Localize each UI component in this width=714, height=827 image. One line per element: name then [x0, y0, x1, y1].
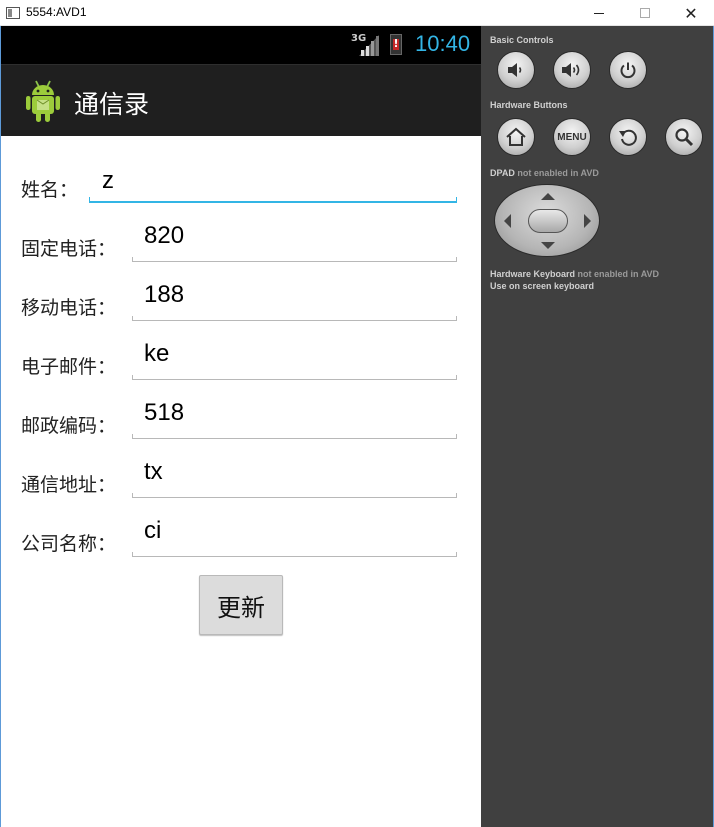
dpad-right-icon[interactable] — [584, 214, 591, 228]
emulator-controls-panel: Basic Controls Hardware Buttons MENU DPA… — [481, 26, 713, 827]
update-button[interactable]: 更新 — [199, 575, 283, 635]
keyboard-hint: Use on screen keyboard — [490, 281, 595, 291]
dpad-title: DPAD not enabled in AVD — [490, 168, 599, 178]
landline-label: 固定电话： — [21, 238, 117, 260]
power-icon — [620, 62, 636, 79]
mobile-underline — [132, 316, 457, 321]
form-row-mobile: 移动电话： 188 — [1, 281, 481, 340]
dpad-title-text: DPAD — [490, 168, 515, 178]
form-row-email: 电子邮件： ke — [1, 340, 481, 399]
window-app-icon — [6, 7, 20, 19]
address-value: tx — [144, 458, 163, 485]
window-titlebar: 5554:AVD1 ✕ — [0, 0, 714, 26]
app-title: 通信录 — [74, 90, 150, 119]
battery-icon: ! — [390, 34, 402, 55]
email-value: ke — [144, 340, 170, 367]
volume-up-icon — [562, 63, 580, 77]
email-input[interactable]: ke — [132, 340, 457, 380]
mobile-input[interactable]: 188 — [132, 281, 457, 321]
search-button[interactable] — [665, 118, 703, 156]
dpad-center-button[interactable] — [528, 209, 568, 233]
menu-label: MENU — [557, 131, 587, 143]
landline-underline — [132, 257, 457, 262]
volume-down-button[interactable] — [497, 51, 535, 89]
landline-input[interactable]: 820 — [132, 222, 457, 262]
home-button[interactable] — [497, 118, 535, 156]
dpad-up-icon[interactable] — [541, 193, 555, 200]
mobile-label: 移动电话： — [21, 297, 117, 319]
window-title: 5554:AVD1 — [26, 5, 87, 19]
company-input[interactable]: ci — [132, 517, 457, 557]
minimize-button[interactable] — [576, 0, 622, 26]
phone-screen: 3G ! 10:40 通信录 姓名： z 固定电话： 820 移动电话： 188… — [1, 26, 481, 827]
name-value: z — [102, 167, 114, 194]
maximize-icon — [640, 8, 650, 18]
volume-up-button[interactable] — [553, 51, 591, 89]
address-input[interactable]: tx — [132, 458, 457, 498]
company-value: ci — [144, 517, 162, 544]
form-row-company: 公司名称： ci — [1, 517, 481, 576]
action-bar: 通信录 — [1, 64, 481, 136]
dpad-left-icon[interactable] — [504, 214, 511, 228]
name-underline — [89, 197, 457, 203]
menu-button[interactable]: MENU — [553, 118, 591, 156]
address-underline — [132, 493, 457, 498]
form-row-address: 通信地址： tx — [1, 458, 481, 517]
volume-down-icon — [508, 63, 522, 77]
email-underline — [132, 375, 457, 380]
back-button[interactable] — [609, 118, 647, 156]
landline-value: 820 — [144, 222, 185, 249]
form-row-name: 姓名： z — [1, 163, 481, 222]
email-label: 电子邮件： — [21, 356, 117, 378]
close-icon: ✕ — [684, 3, 698, 23]
postcode-value: 518 — [144, 399, 185, 426]
close-button[interactable]: ✕ — [668, 0, 714, 26]
dpad-control[interactable] — [494, 184, 600, 257]
status-bar: 3G ! 10:40 — [1, 26, 481, 64]
basic-controls-title: Basic Controls — [490, 35, 554, 45]
name-label: 姓名： — [21, 179, 79, 201]
keyboard-note: not enabled in AVD — [577, 269, 660, 279]
android-robot-icon — [26, 80, 60, 122]
dpad-down-icon[interactable] — [541, 242, 555, 249]
keyboard-title: Hardware Keyboard not enabled in AVD — [490, 269, 659, 279]
home-icon — [506, 127, 526, 146]
postcode-label: 邮政编码： — [21, 415, 117, 437]
status-time: 10:40 — [415, 31, 471, 56]
signal-icon — [359, 35, 379, 56]
power-button[interactable] — [609, 51, 647, 89]
hardware-buttons-title: Hardware Buttons — [490, 100, 568, 110]
postcode-input[interactable]: 518 — [132, 399, 457, 439]
company-label: 公司名称： — [21, 533, 117, 555]
name-input[interactable]: z — [89, 163, 457, 203]
keyboard-title-text: Hardware Keyboard — [490, 269, 576, 279]
search-icon — [675, 128, 694, 147]
mobile-value: 188 — [144, 281, 185, 308]
back-arrow-icon — [619, 129, 637, 146]
address-label: 通信地址： — [21, 474, 117, 496]
maximize-button[interactable] — [622, 0, 668, 26]
postcode-underline — [132, 434, 457, 439]
form-row-postcode: 邮政编码： 518 — [1, 399, 481, 458]
dpad-note: not enabled in AVD — [517, 168, 599, 178]
form-row-landline: 固定电话： 820 — [1, 222, 481, 281]
minimize-icon — [594, 12, 604, 14]
company-underline — [132, 552, 457, 557]
